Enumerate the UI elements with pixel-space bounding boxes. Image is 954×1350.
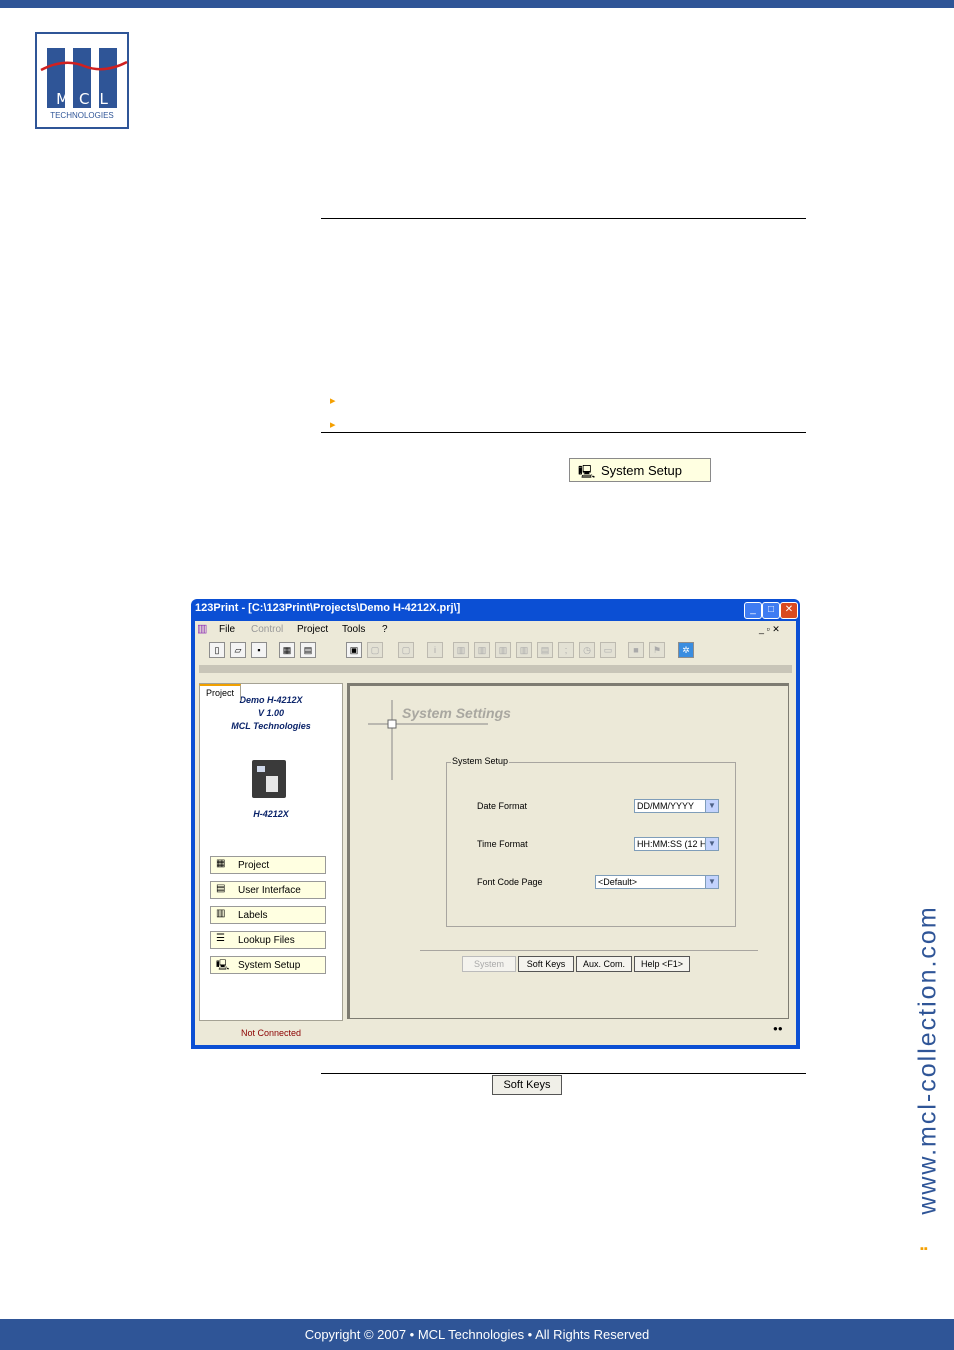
nav-label: Lookup Files [238, 935, 295, 946]
window-client: ▥ File Control Project Tools ? _ ▫ ✕ ▯ ▱… [195, 621, 796, 1045]
printer-model: H-4212X [253, 809, 289, 819]
divider [321, 1073, 806, 1074]
toolbar: ▯ ▱ ▪ ▦ ▤ ▣ ▢ ▢ i ▥ ▥ ▥ ▥ ▤ ; ◷ ▭ ■ ⚑ ✲ [195, 638, 796, 664]
nav-label: User Interface [238, 885, 301, 896]
date-format-value: DD/MM/YYYY [637, 801, 695, 811]
keyboard-icon[interactable]: ▤ [300, 642, 316, 658]
font-code-page-label: Font Code Page [477, 877, 543, 887]
mdi-controls-icon[interactable]: _ ▫ ✕ [759, 624, 780, 635]
time-format-label: Time Format [477, 839, 528, 849]
nav-label: System Setup [238, 960, 301, 971]
menu-tools[interactable]: Tools [342, 624, 365, 635]
clock-icon[interactable]: ◷ [579, 642, 595, 658]
flag-icon[interactable]: ⚑ [649, 642, 665, 658]
printer-icon[interactable]: ▦ [279, 642, 295, 658]
chevron-down-icon[interactable]: ▼ [705, 800, 718, 812]
nav-project-button[interactable]: ▦ Project [210, 856, 326, 874]
copy-icon[interactable]: ▢ [367, 642, 383, 658]
soft-keys-button[interactable]: Soft Keys [492, 1075, 562, 1095]
close-icon[interactable]: ✕ [780, 602, 798, 619]
bullet-icon: ▸ [330, 395, 336, 407]
computer-icon: 🖳 [578, 464, 596, 479]
menu-bar: ▥ File Control Project Tools ? _ ▫ ✕ [195, 621, 796, 637]
project-icon: ▦ [216, 858, 226, 869]
nav-system-setup-button[interactable]: 🖳 System Setup [210, 956, 326, 974]
new-icon[interactable]: ▯ [209, 642, 225, 658]
display-icon[interactable]: ▭ [600, 642, 616, 658]
stop-icon[interactable]: ■ [628, 642, 644, 658]
paste-icon[interactable]: ▢ [398, 642, 414, 658]
minimize-icon[interactable]: _ [744, 602, 762, 619]
window-title: 123Print - [C:\123Print\Projects\Demo H-… [195, 602, 461, 614]
side-url-text[interactable]: www.mcl-collection.com [914, 905, 943, 1214]
group-label: System Setup [451, 756, 510, 766]
maximize-icon[interactable]: □ [762, 602, 780, 619]
separator-icon[interactable]: ; [558, 642, 574, 658]
date-format-select[interactable]: DD/MM/YYYY ▼ [634, 799, 719, 813]
resize-grip-icon: ●● [773, 1024, 783, 1033]
time-format-select[interactable]: HH:MM:SS (12 H) ▼ [634, 837, 719, 851]
project-pane: Demo H-4212X V 1.00 MCL Technologies H-4… [199, 683, 343, 1021]
chevron-down-icon[interactable]: ▼ [705, 876, 718, 888]
field-icon[interactable]: ▥ [516, 642, 532, 658]
project-version: V 1.00 [257, 708, 285, 718]
aux-com-tab-button[interactable]: Aux. Com. [576, 956, 632, 972]
soft-keys-tab-button[interactable]: Soft Keys [518, 956, 574, 972]
bullet-icon: ▸ [330, 419, 336, 431]
menu-control[interactable]: Control [251, 624, 283, 635]
top-bar [0, 0, 954, 8]
app-icon: ▥ [197, 623, 208, 635]
footer: Copyright © 2007 • MCL Technologies • Al… [0, 1319, 954, 1350]
toolbar-separator [199, 665, 792, 673]
chevron-down-icon[interactable]: ▼ [705, 838, 718, 850]
open-icon[interactable]: ▱ [230, 642, 246, 658]
side-url: www.mcl-collection.com ▪▪ [898, 865, 954, 1255]
list-icon: ☰ [216, 933, 225, 944]
settings-icon[interactable]: ✲ [678, 642, 694, 658]
settings-pane: System Settings System Setup Date Format… [347, 683, 789, 1019]
text-icon[interactable]: ▥ [453, 642, 469, 658]
menu-project[interactable]: Project [297, 624, 328, 635]
system-setup-button[interactable]: 🖳 System Setup [569, 458, 711, 482]
nav-labels-button[interactable]: ▥ Labels [210, 906, 326, 924]
font-code-page-value: <Default> [598, 877, 638, 887]
barcode-icon[interactable]: ▥ [474, 642, 490, 658]
system-setup-label: System Setup [601, 463, 682, 478]
nav-label: Project [238, 860, 270, 871]
dots-icon: ▪▪ [920, 1243, 928, 1255]
info-icon[interactable]: i [427, 642, 443, 658]
button-divider [420, 950, 758, 951]
project-company: MCL Technologies [231, 721, 311, 731]
panel-title: System Settings [402, 705, 511, 721]
nav-user-interface-button[interactable]: ▤ User Interface [210, 881, 326, 899]
nav-lookup-files-button[interactable]: ☰ Lookup Files [210, 931, 326, 949]
divider [321, 432, 806, 433]
keyboard-icon: ▤ [216, 883, 226, 894]
save-icon[interactable]: ▪ [251, 642, 267, 658]
help-button[interactable]: Help <F1> [634, 956, 690, 972]
image-icon[interactable]: ▥ [495, 642, 511, 658]
mcl-logo: MCL TECHNOLOGIES [35, 32, 129, 129]
compile-icon[interactable]: ▣ [346, 642, 362, 658]
menu-file[interactable]: File [219, 624, 235, 635]
nav-label: Labels [238, 910, 268, 921]
system-setup-group: System Setup Date Format DD/MM/YYYY ▼ Tim… [446, 756, 736, 927]
table-icon[interactable]: ▤ [537, 642, 553, 658]
divider [321, 218, 806, 219]
barcode-icon: ▥ [216, 908, 226, 919]
time-format-value: HH:MM:SS (12 H) [637, 839, 710, 849]
date-format-label: Date Format [477, 801, 528, 811]
system-tab-button[interactable]: System [462, 956, 516, 972]
menu-help[interactable]: ? [382, 624, 388, 635]
font-code-page-select[interactable]: <Default> ▼ [595, 875, 719, 889]
app-window: 123Print - [C:\123Print\Projects\Demo H-… [191, 599, 800, 1049]
printer-image [252, 760, 286, 798]
logo-wave-icon [40, 60, 128, 72]
connection-status: Not Connected [241, 1028, 302, 1038]
computer-icon: 🖳 [216, 960, 230, 971]
tab-project[interactable]: Project [199, 684, 241, 701]
